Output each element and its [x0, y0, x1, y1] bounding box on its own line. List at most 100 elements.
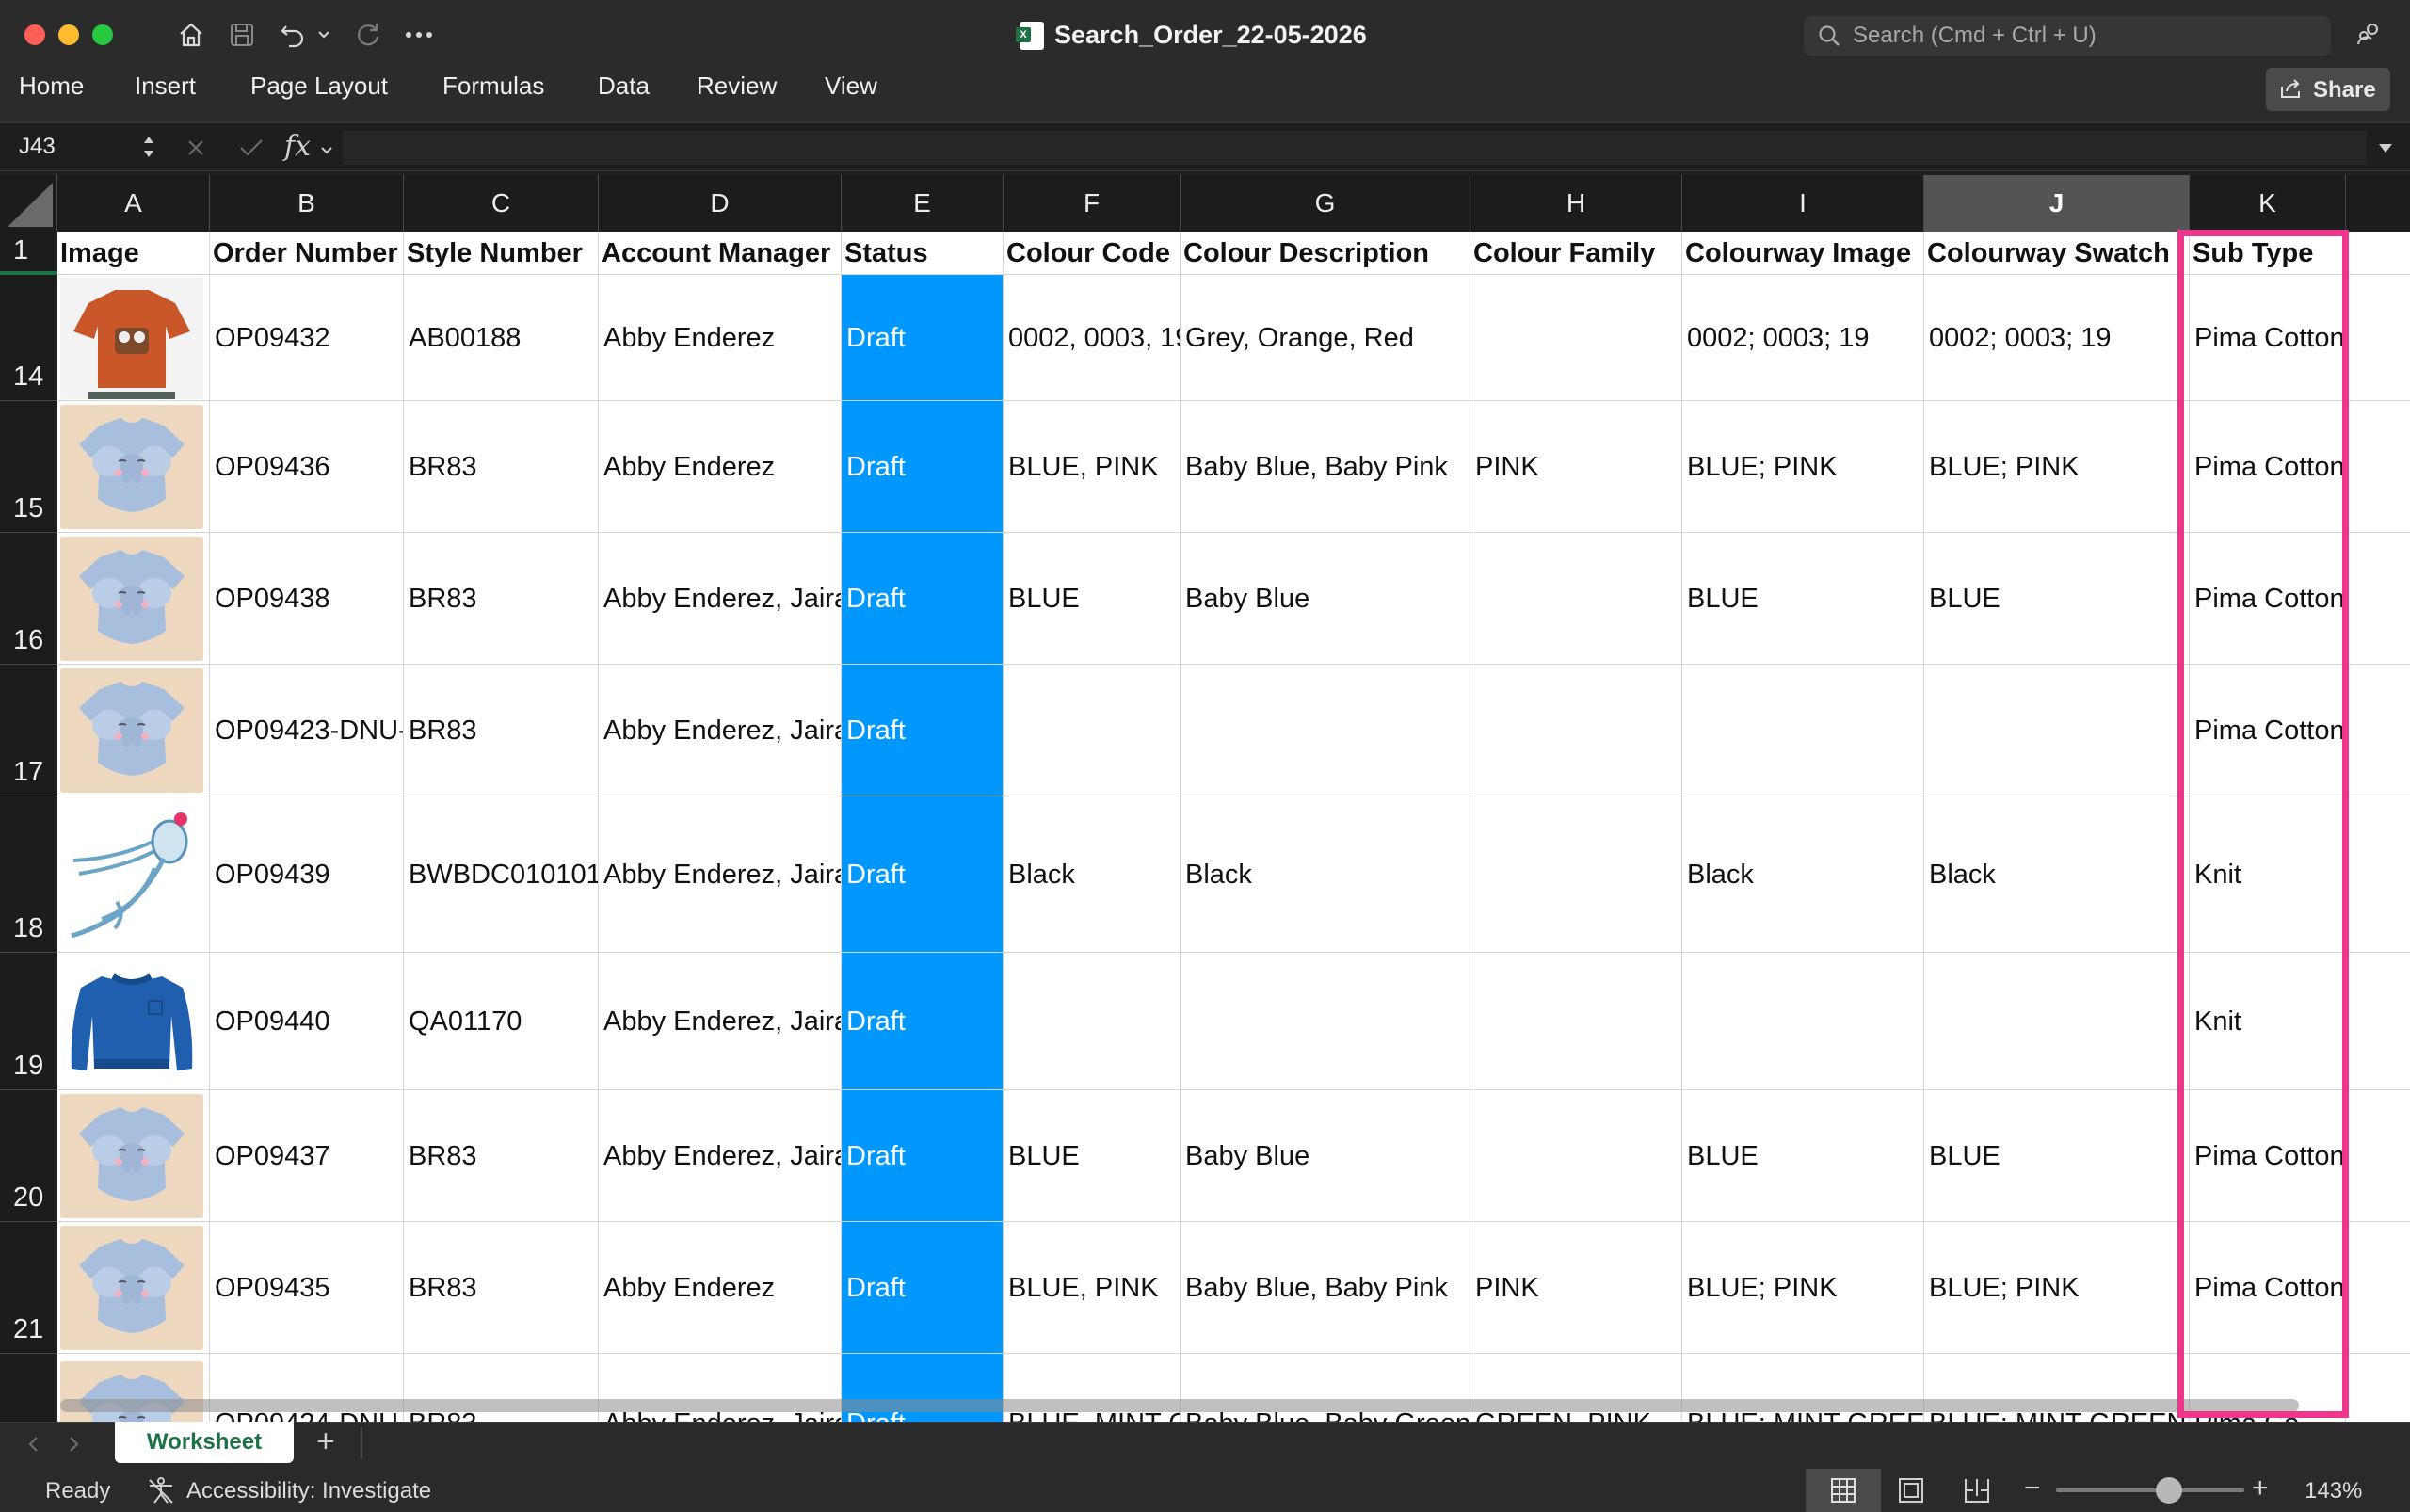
tab-home[interactable]: Home	[19, 72, 84, 105]
cell-b[interactable]: OP09438	[210, 533, 404, 665]
cell-b[interactable]: OP09439	[210, 796, 404, 953]
cell-i[interactable]: BLUE	[1682, 1090, 1924, 1222]
empty-cell[interactable]	[2346, 533, 2410, 665]
cell-k[interactable]: Pima Cotton	[2190, 665, 2346, 796]
cell-f[interactable]: BLUE	[1004, 1090, 1181, 1222]
page-layout-view-icon[interactable]	[1898, 1477, 1924, 1510]
image-cell[interactable]	[57, 796, 210, 953]
empty-cell[interactable]	[2346, 401, 2410, 533]
column-header-c[interactable]: C	[404, 175, 599, 232]
cell-f[interactable]: BLUE, PINK	[1004, 1222, 1181, 1354]
cell-g[interactable]: Baby Blue	[1181, 533, 1470, 665]
row-header[interactable]: 15	[0, 401, 57, 533]
cell-j[interactable]	[1924, 953, 2190, 1090]
close-window-button[interactable]	[24, 24, 45, 45]
cell-c[interactable]: BWBDC010101	[404, 796, 599, 953]
cell-b[interactable]: OP09437	[210, 1090, 404, 1222]
column-header-e[interactable]: E	[842, 175, 1004, 232]
row-header[interactable]: 18	[0, 796, 57, 953]
redo-icon[interactable]	[352, 19, 384, 51]
cell-c[interactable]: BR83	[404, 665, 599, 796]
cell-c[interactable]: BR83	[404, 533, 599, 665]
select-all-corner[interactable]	[0, 175, 57, 232]
chevron-down-icon[interactable]	[314, 19, 333, 51]
function-icon[interactable]: fx	[284, 130, 311, 163]
header-cell-f[interactable]: Colour Code	[1004, 232, 1181, 275]
row-header[interactable]	[0, 1354, 57, 1422]
cell-d[interactable]: Abby Enderez, Jaira	[599, 533, 842, 665]
cell-e[interactable]: Draft	[842, 953, 1004, 1090]
image-cell[interactable]	[57, 275, 210, 401]
cell-g[interactable]: Black	[1181, 796, 1470, 953]
cell-i[interactable]: 0002; 0003; 19	[1682, 275, 1924, 401]
cell-i[interactable]	[1682, 953, 1924, 1090]
cell-j[interactable]: BLUE; PINK	[1924, 1222, 2190, 1354]
row-header-1[interactable]: 1	[0, 232, 57, 275]
cell-e[interactable]: Draft	[842, 275, 1004, 401]
cell-k[interactable]: Pima Cotton	[2190, 1222, 2346, 1354]
accessibility-icon[interactable]	[146, 1476, 176, 1511]
cell-j[interactable]: BLUE	[1924, 1090, 2190, 1222]
cell-g[interactable]: Baby Blue, Baby Pink	[1181, 401, 1470, 533]
cell-b[interactable]: OP09423-DNU-	[210, 665, 404, 796]
cell-g[interactable]: Baby Blue, Baby Pink	[1181, 1222, 1470, 1354]
column-header-d[interactable]: D	[599, 175, 842, 232]
sheet-prev-icon[interactable]	[26, 1435, 40, 1458]
tab-page-layout[interactable]: Page Layout	[250, 72, 388, 105]
share-button[interactable]: Share	[2266, 68, 2390, 111]
cell-i[interactable]: BLUE; PINK	[1682, 1222, 1924, 1354]
header-cell-i[interactable]: Colourway Image	[1682, 232, 1924, 275]
cell-f[interactable]	[1004, 953, 1181, 1090]
tab-review[interactable]: Review	[697, 72, 777, 105]
column-header-g[interactable]: G	[1181, 175, 1470, 232]
search-box[interactable]: Search (Cmd + Ctrl + U)	[1804, 16, 2331, 56]
empty-cell[interactable]	[2346, 953, 2410, 1090]
cell-i[interactable]: BLUE; PINK	[1682, 401, 1924, 533]
image-cell[interactable]	[57, 953, 210, 1090]
accessibility-status[interactable]: Accessibility: Investigate	[186, 1478, 431, 1504]
cell-e[interactable]: Draft	[842, 533, 1004, 665]
empty-cell[interactable]	[2346, 665, 2410, 796]
cell-h[interactable]	[1470, 665, 1682, 796]
image-cell[interactable]	[57, 401, 210, 533]
cell-k[interactable]: Pima Cotton	[2190, 401, 2346, 533]
empty-cell[interactable]	[2346, 1090, 2410, 1222]
check-icon[interactable]	[237, 135, 265, 166]
elephant-onesie-image[interactable]	[60, 405, 203, 529]
formula-input[interactable]	[343, 131, 2367, 165]
elephant-onesie-image[interactable]	[60, 1094, 203, 1218]
search-input[interactable]: Search (Cmd + Ctrl + U)	[1853, 16, 2323, 56]
cell-h[interactable]	[1470, 796, 1682, 953]
undo-icon[interactable]	[277, 19, 309, 51]
header-cell-h[interactable]: Colour Family	[1470, 232, 1682, 275]
cell-j[interactable]: BLUE	[1924, 533, 2190, 665]
elephant-onesie-image[interactable]	[60, 537, 203, 661]
tab-formulas[interactable]: Formulas	[442, 72, 544, 105]
name-box-stepper-icon[interactable]	[141, 128, 156, 170]
cell-c[interactable]: BR83	[404, 1090, 599, 1222]
bunny-sketch-image[interactable]	[60, 804, 203, 945]
header-cell-b[interactable]: Order Number	[210, 232, 404, 275]
cell-c[interactable]: BR83	[404, 1222, 599, 1354]
row-header[interactable]: 17	[0, 665, 57, 796]
column-header-j[interactable]: J	[1924, 175, 2190, 232]
cell-d[interactable]: Abby Enderez	[599, 401, 842, 533]
row-header[interactable]: 14	[0, 275, 57, 401]
sheet-tab-worksheet[interactable]: Worksheet	[115, 1422, 294, 1463]
cell-b[interactable]: OP09432	[210, 275, 404, 401]
cell-d[interactable]: Abby Enderez, Jaira	[599, 665, 842, 796]
empty-cell[interactable]	[2346, 232, 2410, 275]
normal-view-button[interactable]	[1806, 1469, 1881, 1512]
header-cell-e[interactable]: Status	[842, 232, 1004, 275]
cell-i[interactable]: BLUE	[1682, 533, 1924, 665]
cell-h[interactable]: PINK	[1470, 401, 1682, 533]
minimize-window-button[interactable]	[58, 24, 79, 45]
cell-h[interactable]	[1470, 275, 1682, 401]
cell-c[interactable]: AB00188	[404, 275, 599, 401]
cell-b[interactable]: OP09440	[210, 953, 404, 1090]
cell-k[interactable]: Pima Cotton	[2190, 533, 2346, 665]
tab-view[interactable]: View	[825, 72, 877, 105]
cell-i[interactable]: Black	[1682, 796, 1924, 953]
zoom-in-button[interactable]: +	[2252, 1472, 2269, 1504]
image-cell[interactable]	[57, 665, 210, 796]
